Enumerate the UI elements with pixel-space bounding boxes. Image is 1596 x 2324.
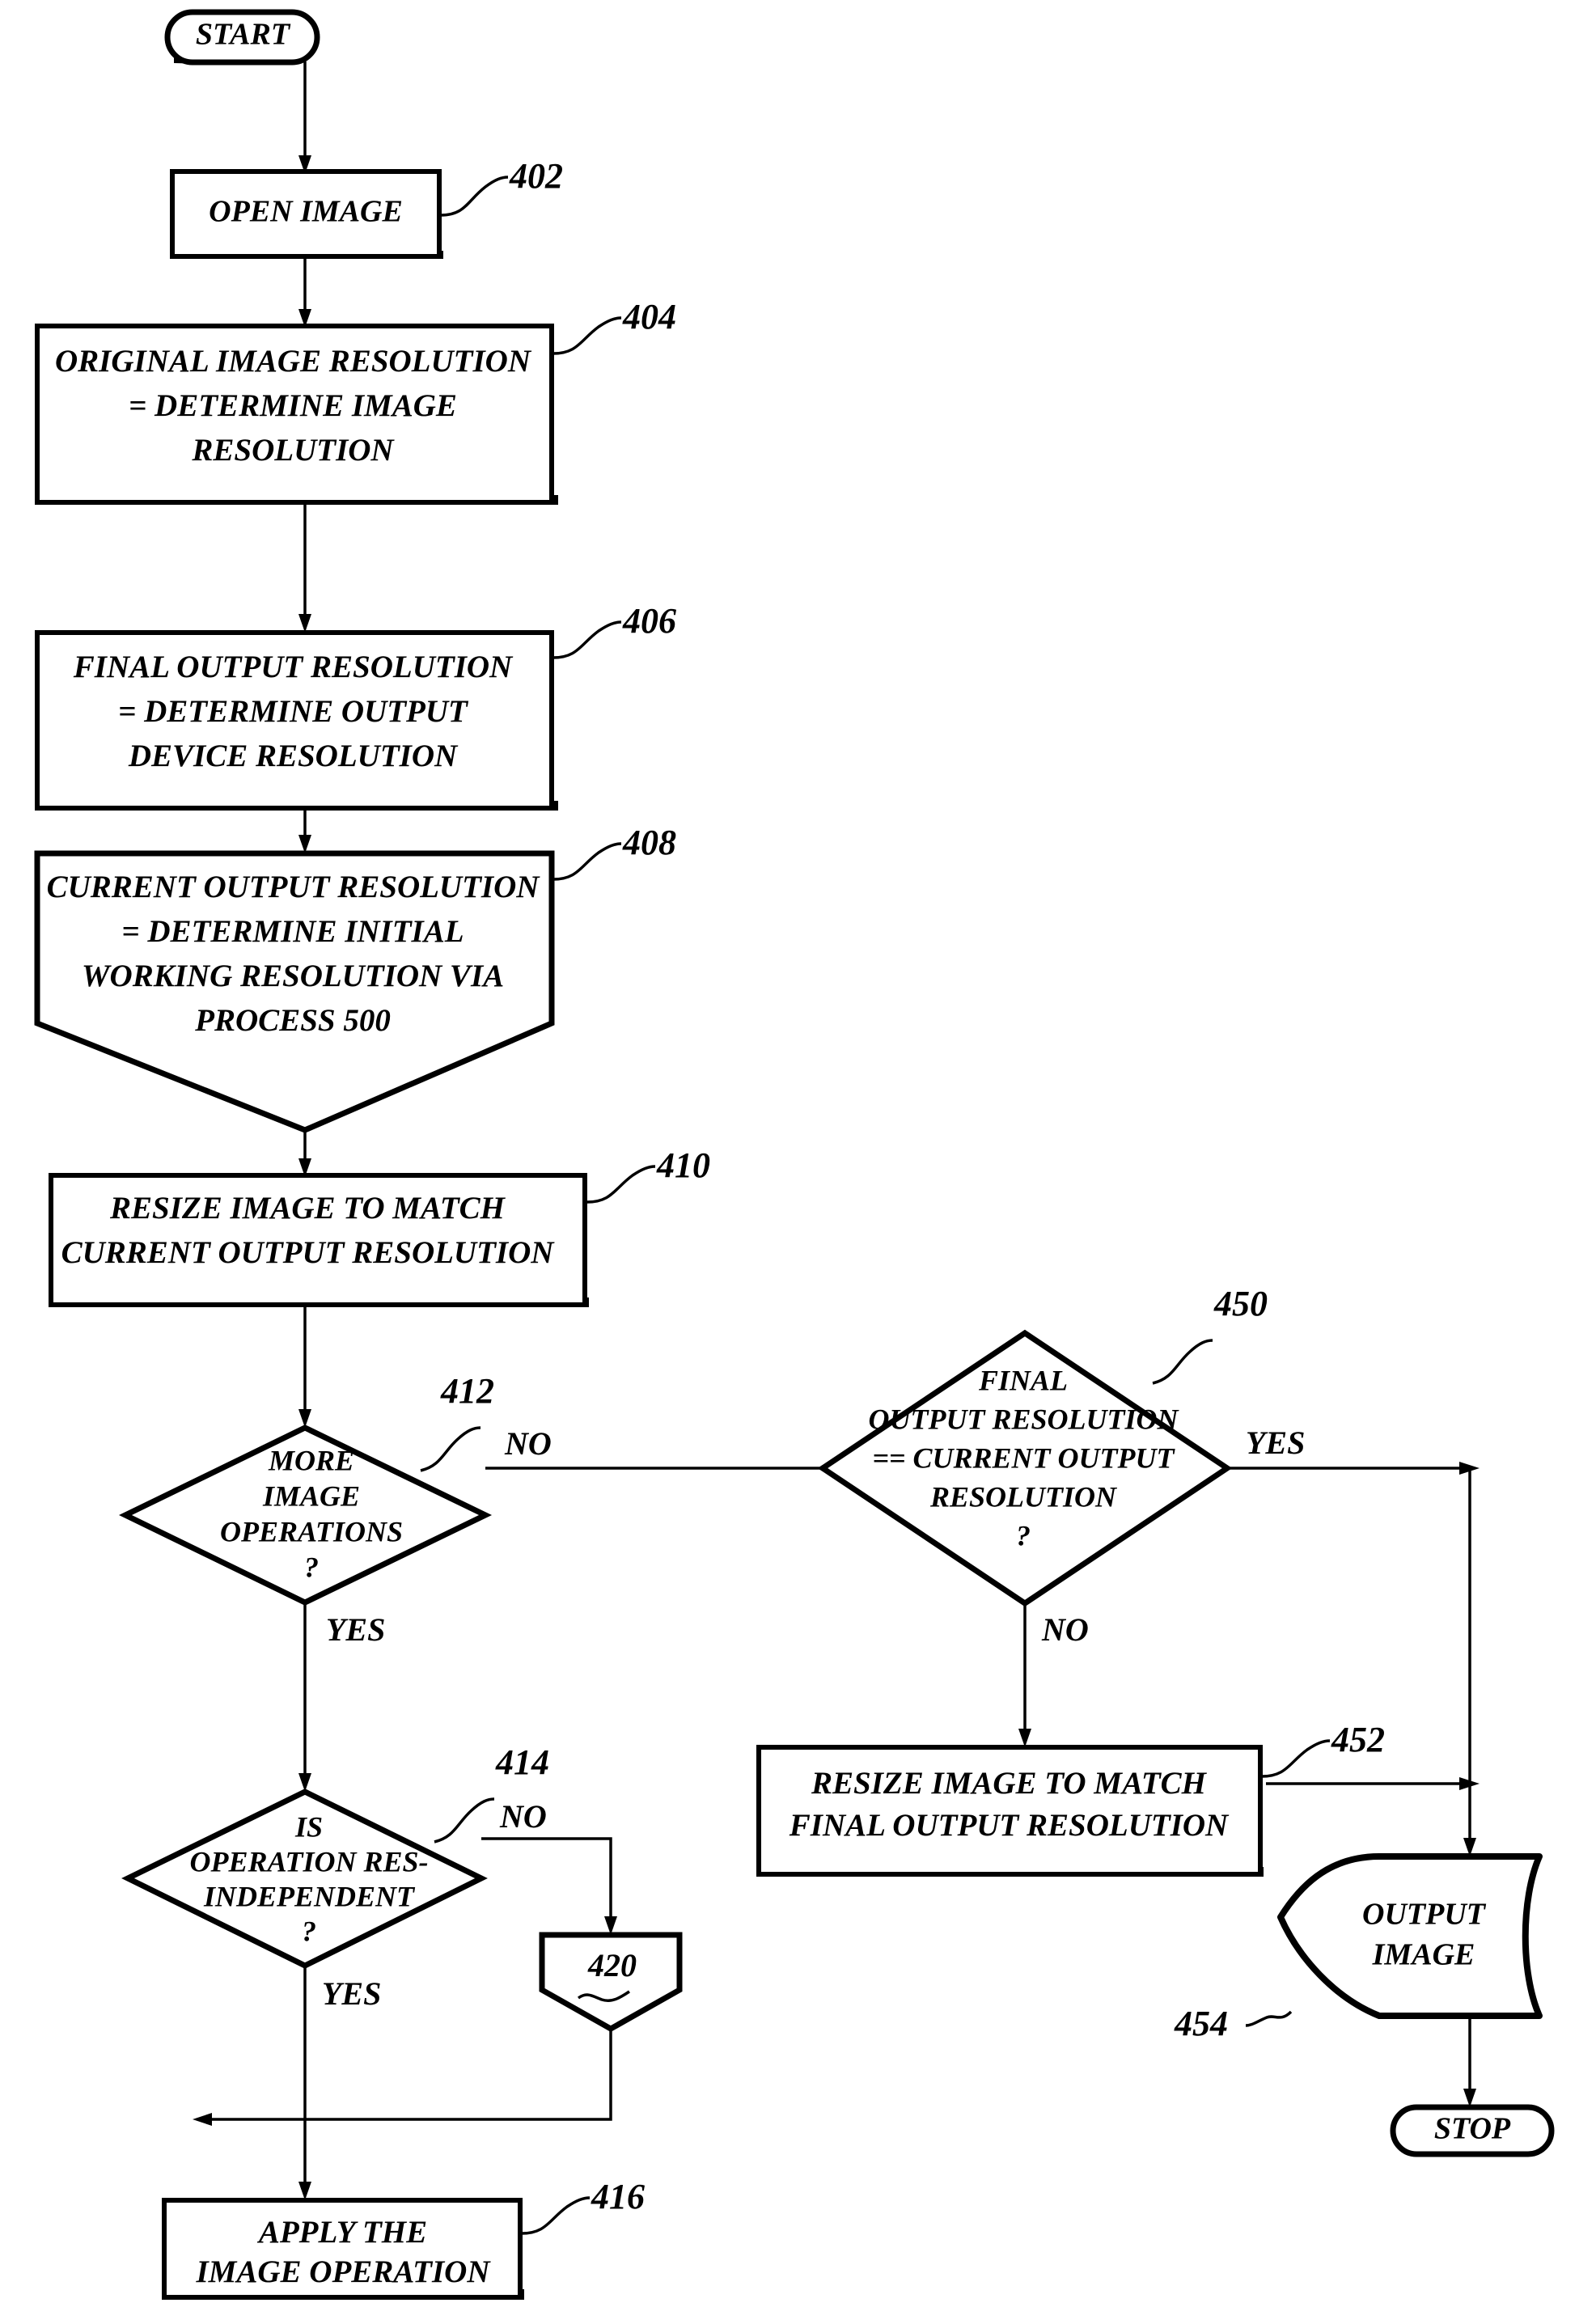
node-output-image[interactable]: OUTPUT IMAGE 454 (1174, 1853, 1543, 2043)
leader-line-454 (1245, 2010, 1293, 2027)
arrowhead (298, 2182, 311, 2200)
resize-current-line-2: CURRENT OUTPUT RESOLUTION (61, 1235, 556, 1270)
original-res-line-1: ORIGINAL IMAGE RESOLUTION (55, 344, 532, 379)
flowchart-canvas: START OPEN IMAGE 402 ORIGINAL IMAGE RESO… (0, 0, 1596, 2324)
node-final-equals-current[interactable]: FINAL OUTPUT RESOLUTION == CURRENT OUTPU… (817, 1284, 1305, 1648)
leader-line-452 (1261, 1739, 1331, 1778)
branch-label-414-no: NO (499, 1798, 547, 1835)
branch-label-412-no: NO (504, 1425, 552, 1462)
node-subprocess-420[interactable]: 420 (539, 1932, 683, 2033)
final-eq-current-line-4: RESOLUTION (929, 1480, 1118, 1513)
original-res-line-2: = DETERMINE IMAGE (129, 388, 457, 423)
connector-420-to-416-merge (202, 2029, 612, 2121)
flowchart-figure: START OPEN IMAGE 402 ORIGINAL IMAGE RESO… (34, 9, 1555, 2300)
connector-414-no-to-420 (481, 1837, 612, 1927)
node-final-resolution[interactable]: FINAL OUTPUT RESOLUTION = DETERMINE OUTP… (35, 601, 676, 811)
leader-line-408 (552, 842, 622, 881)
node-current-resolution[interactable]: CURRENT OUTPUT RESOLUTION = DETERMINE IN… (34, 823, 676, 1133)
resize-final-line-2: FINAL OUTPUT RESOLUTION (789, 1808, 1230, 1843)
leader-line-412 (420, 1426, 481, 1472)
leader-line-416 (521, 2196, 591, 2235)
node-stop[interactable]: STOP (1390, 2104, 1555, 2157)
ref-numeral-416: 416 (591, 2177, 645, 2216)
more-operations-line-4: ? (304, 1551, 319, 1583)
node-resize-current[interactable]: RESIZE IMAGE TO MATCH CURRENT OUTPUT RES… (49, 1145, 710, 1307)
resize-current-line-1: RESIZE IMAGE TO MATCH (109, 1191, 506, 1225)
ref-numeral-414: 414 (495, 1742, 549, 1782)
connector-450-yes-to-output (1227, 1467, 1471, 1848)
current-res-line-2: = DETERMINE INITIAL (121, 914, 464, 949)
output-image-line-2: IMAGE (1372, 1938, 1475, 1972)
ref-numeral-402: 402 (509, 156, 563, 196)
arrowhead (298, 614, 311, 633)
arrowhead (1018, 1729, 1031, 1747)
res-independent-line-3: INDEPENDENT (203, 1880, 416, 1912)
node-start[interactable]: START (164, 9, 320, 66)
original-res-line-3: RESOLUTION (191, 433, 395, 468)
ref-numeral-410: 410 (656, 1145, 710, 1185)
more-operations-line-3: OPERATIONS (220, 1515, 403, 1547)
leader-line-406 (552, 620, 622, 659)
node-more-operations[interactable]: MORE IMAGE OPERATIONS ? 412 NO YES (118, 1371, 552, 1648)
leader-line-404 (552, 316, 622, 355)
current-res-line-3: WORKING RESOLUTION VIA (82, 959, 504, 993)
final-eq-current-line-2: OUTPUT RESOLUTION (869, 1403, 1180, 1435)
output-image-shape (1277, 1853, 1543, 2019)
apply-op-line-1: APPLY THE (256, 2215, 427, 2250)
arrowhead (193, 2113, 212, 2126)
final-res-line-3: DEVICE RESOLUTION (128, 739, 459, 773)
res-independent-line-4: ? (302, 1915, 316, 1947)
node-apply-operation[interactable]: APPLY THE IMAGE OPERATION 416 (162, 2177, 645, 2300)
resize-final-line-1: RESIZE IMAGE TO MATCH (811, 1766, 1208, 1801)
start-label: START (196, 18, 291, 52)
branch-label-412-yes: YES (326, 1611, 385, 1648)
res-independent-line-2: OPERATION RES- (189, 1845, 428, 1877)
ref-numeral-412: 412 (440, 1371, 494, 1411)
node-res-independent[interactable]: IS OPERATION RES- INDEPENDENT ? 414 NO Y… (121, 1742, 549, 2012)
apply-op-line-2: IMAGE OPERATION (196, 2254, 492, 2289)
more-operations-line-1: MORE (268, 1444, 354, 1476)
node-original-resolution[interactable]: ORIGINAL IMAGE RESOLUTION = DETERMINE IM… (35, 297, 676, 505)
final-eq-current-line-3: == CURRENT OUTPUT (872, 1441, 1175, 1474)
leader-line-402 (440, 176, 509, 217)
ref-numeral-404: 404 (622, 297, 676, 337)
ref-numeral-450: 450 (1213, 1284, 1268, 1323)
current-res-line-1: CURRENT OUTPUT RESOLUTION (47, 870, 541, 904)
ref-numeral-408: 408 (622, 823, 676, 862)
final-eq-current-line-1: FINAL (978, 1364, 1068, 1396)
output-image-line-1: OUTPUT (1362, 1898, 1487, 1932)
subprocess-420-label: 420 (587, 1947, 637, 1983)
node-resize-final[interactable]: RESIZE IMAGE TO MATCH FINAL OUTPUT RESOL… (756, 1720, 1385, 1877)
ref-numeral-454: 454 (1174, 2004, 1228, 2043)
leader-line-414 (434, 1797, 495, 1844)
stop-label: STOP (1434, 2112, 1511, 2146)
branch-label-450-yes: YES (1246, 1424, 1305, 1461)
final-eq-current-line-5: ? (1016, 1519, 1031, 1551)
leader-line-450 (1152, 1339, 1213, 1385)
final-res-line-2: = DETERMINE OUTPUT (118, 694, 469, 729)
ref-numeral-452: 452 (1331, 1720, 1385, 1759)
branch-label-414-yes: YES (322, 1975, 381, 2012)
branch-label-450-no: NO (1041, 1611, 1089, 1648)
ref-numeral-406: 406 (622, 601, 676, 641)
node-open-image[interactable]: OPEN IMAGE 402 (170, 156, 563, 259)
leader-line-410 (586, 1165, 656, 1204)
res-independent-line-1: IS (294, 1810, 323, 1843)
open-image-label: OPEN IMAGE (209, 195, 403, 229)
current-res-line-4: PROCESS 500 (194, 1003, 391, 1038)
final-res-line-1: FINAL OUTPUT RESOLUTION (73, 650, 514, 684)
more-operations-line-2: IMAGE (262, 1479, 360, 1512)
